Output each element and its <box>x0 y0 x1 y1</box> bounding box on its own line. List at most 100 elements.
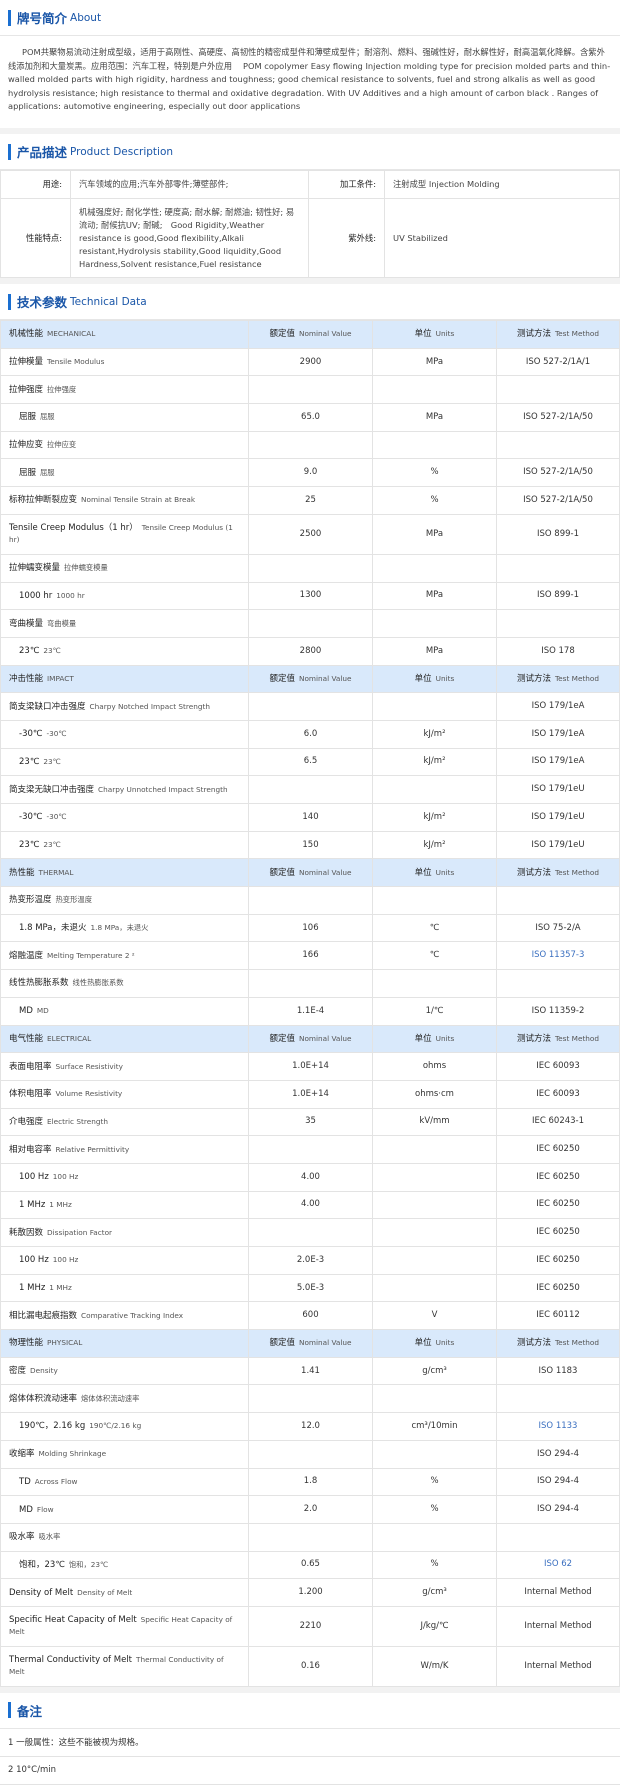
property-row: 弯曲模量 弯曲模量 <box>0 609 620 638</box>
test-method-value: IEC 60112 <box>536 1310 580 1321</box>
unit-value: % <box>430 1559 439 1570</box>
test-method-value: IEC 60243-1 <box>531 1116 585 1127</box>
test-method-value: ISO 527-2/1A/1 <box>525 356 591 367</box>
nominal-value-cell: 1.200 <box>248 1578 373 1607</box>
units-cell: V <box>372 1301 497 1331</box>
test-method-label-en: Test Method <box>554 1338 600 1348</box>
unit-value: kV/mm <box>419 1116 450 1127</box>
units-cell <box>372 969 497 998</box>
nominal-value-cell: 1.41 <box>248 1356 373 1386</box>
unit-value: % <box>430 1476 439 1487</box>
property-name-cell: 1.8 MPa，未退火 1.8 MPa，未退火 <box>0 913 249 943</box>
unit-value: ℃ <box>429 922 440 933</box>
property-row: 屈服 屈服 9.0% ISO 527-2/1A/50 <box>0 458 620 488</box>
property-row: 耗散因数 Dissipation Factor IEC 60250 <box>0 1218 620 1247</box>
test-method-cell: ISO 178 <box>496 636 620 666</box>
nominal-value-cell <box>248 1384 373 1414</box>
property-row: MD Flow 2.0% ISO 294-4 <box>0 1495 620 1524</box>
uv-value: UV Stabilized <box>384 198 620 278</box>
nominal-value: 2.0 <box>303 1504 318 1515</box>
property-row: 熔融温度 Melting Temperature 2 ² 166 ℃ ISO 11357… <box>0 941 620 971</box>
property-name: 23℃ <box>19 840 40 851</box>
unit-value: ohms·cm <box>415 1088 454 1099</box>
property-name-cell: 弯曲模量 弯曲模量 <box>0 609 249 638</box>
property-row: -30℃ -30℃ 6.0 kJ/m² ISO 179/1eA <box>0 719 620 749</box>
nominal-value: 9.0 <box>303 467 318 478</box>
property-row: 线性热膨胀系数 线性热膨胀系数 <box>0 969 620 998</box>
property-name: 1000 hr <box>19 590 53 601</box>
usage-value: 汽车领域的应用;汽车外部零件;薄壁部件; <box>70 170 309 199</box>
test-method-value[interactable]: ISO 62 <box>544 1559 572 1569</box>
property-name-cell: 简支梁缺口冲击强度 Charpy Notched Impact Strength <box>0 692 249 721</box>
property-name: Tensile Creep Modulus（1 hr） <box>9 523 138 534</box>
category-name-en: ELECTRICAL <box>47 1033 92 1043</box>
test-method-value[interactable]: ISO 1133 <box>539 1421 578 1431</box>
test-method-cell: ISO 62 <box>496 1550 620 1580</box>
property-name-en: Charpy Unnotched Impact Strength <box>98 784 228 794</box>
test-method-value[interactable]: ISO 11357-3 <box>532 950 585 960</box>
nominal-value: 140 <box>302 811 319 822</box>
property-name: 23℃ <box>19 646 40 657</box>
nominal-value-cell: 4.00 <box>248 1190 373 1220</box>
units-header: 单位 Units <box>372 1024 497 1054</box>
units-cell <box>372 775 497 804</box>
property-name: Specific Heat Capacity of Melt <box>9 1615 137 1626</box>
nominal-value-header: 额定值 Nominal Value <box>248 1024 373 1054</box>
property-name: 屈服 <box>19 467 37 478</box>
datasheet-page: 牌号简介 About POM共聚物易流动注射成型级，适用于高刚性、高硬度、高韧性… <box>0 0 620 1786</box>
property-row: 拉伸蠕变模量 拉伸蠕变模量 <box>0 553 620 583</box>
test-method-label: 测试方法 <box>516 673 551 684</box>
test-method-cell: Internal Method <box>496 1645 620 1687</box>
test-method-value: ISO 527-2/1A/50 <box>523 467 593 478</box>
usage-label: 用途: <box>0 170 71 199</box>
nominal-value-label: 额定值 <box>269 1033 295 1044</box>
test-method-cell: ISO 527-2/1A/50 <box>496 458 620 488</box>
property-row: 熔体体积流动速率 熔体体积流动速率 <box>0 1384 620 1414</box>
features-value: 机械强度好; 耐化学性; 硬度高; 耐水解; 耐燃油; 韧性好; 易流动; 耐候… <box>70 198 309 278</box>
test-method-label: 测试方法 <box>516 329 551 340</box>
property-row: 介电强度 Electric Strength 35 kV/mm IEC 60243-1 <box>0 1107 620 1137</box>
property-name-cell: 体积电阻率 Volume Resistivity <box>0 1079 249 1109</box>
property-name-en: 线性热膨胀系数 <box>72 978 124 988</box>
property-name-en: 热变形温度 <box>55 895 92 905</box>
property-name-cell: 收缩率 Molding Shrinkage <box>0 1439 249 1469</box>
product-title-en: Product Description <box>70 145 174 158</box>
test-method-cell: ISO 179/1eA <box>496 719 620 749</box>
property-name-en: Nominal Tensile Strain at Break <box>81 495 196 505</box>
property-row: TD Across Flow 1.8% ISO 294-4 <box>0 1467 620 1497</box>
about-text: POM共聚物易流动注射成型级，适用于高刚性、高硬度、高韧性的精密成型件和薄壁成型… <box>8 47 611 111</box>
property-name-cell: 屈服 屈服 <box>0 458 249 488</box>
property-name: 100 Hz <box>19 1172 49 1183</box>
nominal-value-cell: 2.0E-3 <box>248 1246 373 1275</box>
uv-label: 紫外线: <box>308 198 385 278</box>
test-method-header: 测试方法 Test Method <box>496 1329 620 1358</box>
property-row: 标称拉伸断裂应变 Nominal Tensile Strain at Break 2… <box>0 486 620 515</box>
test-method-value: ISO 527-2/1A/50 <box>523 494 593 505</box>
unit-value: ℃ <box>429 950 440 961</box>
nominal-value-label-en: Nominal Value <box>298 329 352 339</box>
nominal-value: 0.16 <box>301 1660 320 1671</box>
property-name: 拉伸蠕变模量 <box>9 563 61 574</box>
test-method-cell: IEC 60093 <box>496 1079 620 1109</box>
category-name-en: MECHANICAL <box>47 329 96 339</box>
units-cell <box>372 1218 497 1247</box>
nominal-value-cell <box>248 692 373 721</box>
section-accent-bar <box>8 9 11 26</box>
units-cell: % <box>372 486 497 515</box>
units-cell <box>372 609 497 638</box>
property-name-cell: 拉伸应变 拉伸应变 <box>0 430 249 460</box>
units-cell: MPa <box>372 347 497 377</box>
property-name: Density of Melt <box>9 1587 74 1598</box>
unit-value: 1/℃ <box>425 1005 444 1016</box>
test-method-cell: ISO 1183 <box>496 1356 620 1386</box>
nominal-value-label-en: Nominal Value <box>298 673 352 683</box>
property-row: 吸水率 吸水率 <box>0 1522 620 1552</box>
units-cell: kJ/m² <box>372 830 497 860</box>
nominal-value: 1.200 <box>298 1587 323 1598</box>
nominal-value-cell: 6.5 <box>248 747 373 777</box>
category-header-row: 电气性能 ELECTRICAL 额定值 Nominal Value 单位 Units 测试方… <box>0 1024 620 1054</box>
property-name-cell: 23℃ 23℃ <box>0 636 249 666</box>
property-name: 屈服 <box>19 412 37 423</box>
test-method-value: Internal Method <box>524 1620 592 1631</box>
units-cell: kJ/m² <box>372 747 497 777</box>
